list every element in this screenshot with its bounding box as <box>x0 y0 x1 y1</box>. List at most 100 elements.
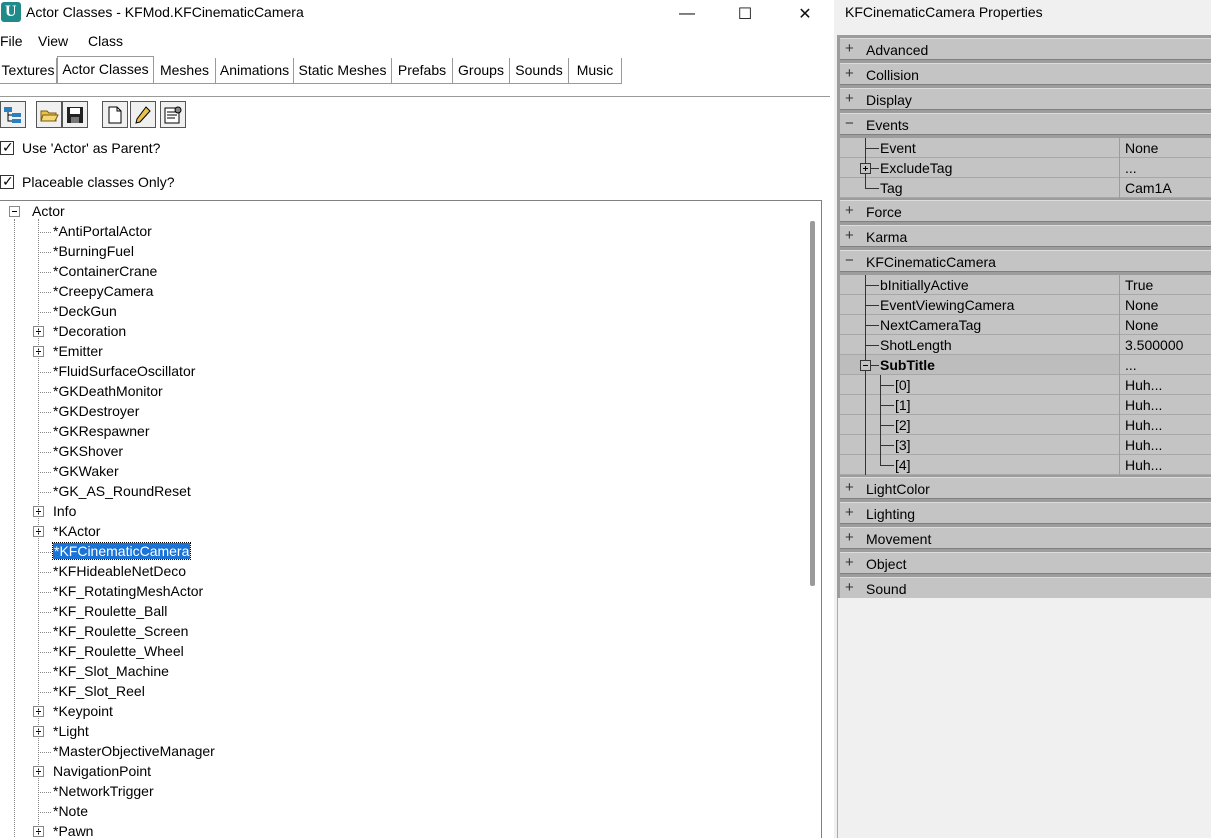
property-value[interactable]: ... <box>1120 355 1211 375</box>
tree-item[interactable]: *GKDeathMonitor <box>0 382 800 402</box>
tree-item[interactable]: Info <box>0 502 800 522</box>
tree-item[interactable]: *KF_RotatingMeshActor <box>0 582 800 602</box>
tab-meshes[interactable]: Meshes <box>154 58 216 84</box>
tree-item[interactable]: *KF_Roulette_Screen <box>0 622 800 642</box>
property-value[interactable]: Huh... <box>1120 375 1211 395</box>
property-value[interactable]: 3.500000 <box>1120 335 1211 355</box>
property-category[interactable]: + Advanced <box>840 38 1211 60</box>
property-category[interactable]: + Display <box>840 88 1211 110</box>
property-row[interactable]: ShotLength 3.500000 <box>840 335 1211 355</box>
tree-item[interactable]: *GKShover <box>0 442 800 462</box>
expand-icon[interactable]: + <box>845 202 854 219</box>
tree-item[interactable]: *Note <box>0 802 800 822</box>
tab-prefabs[interactable]: Prefabs <box>392 58 453 84</box>
edit-pencil-icon[interactable] <box>130 101 156 128</box>
open-folder-icon[interactable] <box>36 101 62 128</box>
tree-item[interactable]: *ContainerCrane <box>0 262 800 282</box>
property-category[interactable]: + Movement <box>840 527 1211 549</box>
expand-icon[interactable] <box>860 163 871 174</box>
property-value[interactable]: Huh... <box>1120 395 1211 415</box>
save-icon[interactable] <box>62 101 88 128</box>
collapse-icon[interactable]: − <box>845 252 854 269</box>
property-grid[interactable]: + Advanced + Collision + Display − Events Event N… <box>837 35 1211 599</box>
tree-item[interactable]: *GK_AS_RoundReset <box>0 482 800 502</box>
use-actor-parent-checkbox[interactable] <box>0 139 14 156</box>
property-category[interactable]: − Events <box>840 113 1211 135</box>
tree-item[interactable]: *KF_Slot_Machine <box>0 662 800 682</box>
tab-music[interactable]: Music <box>569 58 622 84</box>
property-value[interactable]: Huh... <box>1120 455 1211 475</box>
property-name-cell[interactable]: [3] <box>840 435 1119 455</box>
placeable-only-checkbox[interactable] <box>0 173 14 190</box>
tree-item[interactable]: *KF_Roulette_Ball <box>0 602 800 622</box>
tree-item[interactable]: *Emitter <box>0 342 800 362</box>
collapse-icon[interactable] <box>860 360 871 371</box>
maximize-button[interactable]: ☐ <box>716 0 774 28</box>
minimize-button[interactable]: — <box>658 0 716 28</box>
property-row[interactable]: Event None <box>840 138 1211 158</box>
property-name-cell[interactable]: Tag <box>840 178 1119 198</box>
menu-view[interactable]: View <box>38 33 68 49</box>
expand-icon[interactable]: + <box>845 90 854 107</box>
tree-item[interactable]: *AntiPortalActor <box>0 222 800 242</box>
tree-item[interactable]: *Pawn <box>0 822 800 838</box>
tree-item[interactable]: *Decoration <box>0 322 800 342</box>
tree-item[interactable]: *GKWaker <box>0 462 800 482</box>
property-category[interactable]: + Lighting <box>840 502 1211 524</box>
property-row[interactable]: ExcludeTag... <box>840 158 1211 178</box>
property-row[interactable]: [2] Huh... <box>840 415 1211 435</box>
close-button[interactable]: ✕ <box>776 0 834 28</box>
tree-item[interactable]: *KActor <box>0 522 800 542</box>
property-row[interactable]: Tag Cam1A <box>840 178 1211 198</box>
menu-class[interactable]: Class <box>88 33 123 49</box>
property-category[interactable]: + Sound <box>840 577 1211 599</box>
tab-textures[interactable]: Textures <box>0 58 57 84</box>
tab-animations[interactable]: Animations <box>216 58 294 84</box>
property-row[interactable]: [3] Huh... <box>840 435 1211 455</box>
new-file-icon[interactable] <box>102 101 128 128</box>
tab-groups[interactable]: Groups <box>453 58 510 84</box>
property-value[interactable]: None <box>1120 138 1211 158</box>
tree-item[interactable]: *KFCinematicCamera <box>0 542 800 562</box>
property-category[interactable]: + Collision <box>840 63 1211 85</box>
tab-sounds[interactable]: Sounds <box>510 58 569 84</box>
collapse-icon[interactable] <box>9 206 20 217</box>
tree-item[interactable]: *KFHideableNetDeco <box>0 562 800 582</box>
property-value[interactable]: Cam1A <box>1120 178 1211 198</box>
property-value[interactable]: Huh... <box>1120 415 1211 435</box>
property-row[interactable]: [4] Huh... <box>840 455 1211 475</box>
property-name-cell[interactable]: ExcludeTag <box>840 158 1119 178</box>
property-category[interactable]: + Object <box>840 552 1211 574</box>
property-row[interactable]: NextCameraTag None <box>840 315 1211 335</box>
property-category[interactable]: − KFCinematicCamera <box>840 250 1211 272</box>
property-row[interactable]: bInitiallyActive True <box>840 275 1211 295</box>
tree-item[interactable]: *KF_Roulette_Wheel <box>0 642 800 662</box>
expand-icon[interactable]: + <box>845 579 854 596</box>
property-category[interactable]: + Karma <box>840 225 1211 247</box>
property-value[interactable]: Huh... <box>1120 435 1211 455</box>
expand-icon[interactable]: + <box>845 65 854 82</box>
property-row[interactable]: SubTitle... <box>840 355 1211 375</box>
tab-static-meshes[interactable]: Static Meshes <box>294 58 392 84</box>
property-name-cell[interactable]: NextCameraTag <box>840 315 1119 335</box>
property-name-cell[interactable]: EventViewingCamera <box>840 295 1119 315</box>
property-name-cell[interactable]: bInitiallyActive <box>840 275 1119 295</box>
tree-item[interactable]: *BurningFuel <box>0 242 800 262</box>
property-value[interactable]: ... <box>1120 158 1211 178</box>
property-row[interactable]: EventViewingCamera None <box>840 295 1211 315</box>
tree-item[interactable]: *DeckGun <box>0 302 800 322</box>
property-name-cell[interactable]: [2] <box>840 415 1119 435</box>
property-category[interactable]: + Force <box>840 200 1211 222</box>
tab-actor-classes[interactable]: Actor Classes <box>57 56 154 84</box>
tree-item[interactable]: *Keypoint <box>0 702 800 722</box>
property-name-cell[interactable]: Event <box>840 138 1119 158</box>
expand-icon[interactable]: + <box>845 227 854 244</box>
property-category[interactable]: + LightColor <box>840 477 1211 499</box>
tree-item[interactable]: *KF_Slot_Reel <box>0 682 800 702</box>
collapse-icon[interactable]: − <box>845 115 854 132</box>
properties-icon[interactable] <box>160 101 186 128</box>
property-value[interactable]: None <box>1120 315 1211 335</box>
property-name-cell[interactable]: [4] <box>840 455 1119 475</box>
expand-icon[interactable]: + <box>845 529 854 546</box>
tree-item[interactable]: *CreepyCamera <box>0 282 800 302</box>
